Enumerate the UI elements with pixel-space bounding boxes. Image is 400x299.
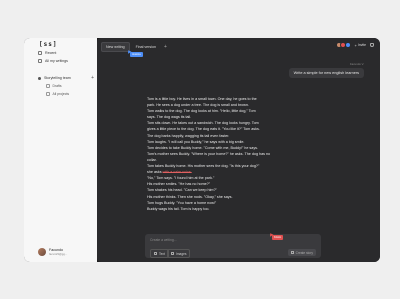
collaborator-cursor-label: Jessica — [130, 52, 143, 57]
avatar — [38, 248, 46, 256]
sidebar-item-drafts[interactable]: Drafts — [46, 84, 62, 88]
sidebar-item-label: Drafts — [52, 84, 62, 88]
workspace-icon — [38, 76, 41, 80]
composer-input[interactable]: Create a writing... — [150, 238, 177, 242]
header-actions: + Invite — [335, 42, 374, 48]
images-button-label: Images — [176, 251, 187, 256]
sidebar-item-all-my-writings[interactable]: All my writings — [38, 59, 94, 63]
grid-icon — [46, 92, 50, 96]
add-tab-button[interactable]: + — [162, 44, 169, 50]
user-email: facu123@gg... — [49, 252, 68, 256]
clock-icon — [38, 51, 42, 55]
story-line: Buddy wags his tail. Tom is happy too. — [147, 206, 210, 211]
text-icon — [154, 252, 157, 255]
add-icon[interactable]: + — [91, 75, 94, 81]
sidebar-item-label: All projects — [52, 92, 70, 96]
text-button-label: Text — [159, 251, 165, 256]
user-prompt-bubble: Write a simple for new english learners — [288, 68, 364, 78]
sparkle-icon — [290, 251, 294, 254]
main-panel: New writing Final version + Jessica + In… — [97, 38, 380, 262]
create-story-button[interactable]: Create story — [287, 249, 316, 256]
sidebar-item-recent[interactable]: Recent — [38, 51, 94, 55]
tab-final-version[interactable]: Final version — [132, 43, 160, 51]
notification-icon[interactable] — [370, 43, 374, 47]
images-button[interactable]: Images — [167, 249, 191, 258]
collaborators-avatars — [335, 42, 351, 48]
story-text: Tom is a little boy. He lives in a small… — [147, 96, 307, 212]
invite-label: Invite — [357, 43, 366, 47]
app-logo: [ss] — [39, 41, 58, 48]
tab-bar: New writing Final version + — [101, 42, 169, 52]
message-author: Facundo V. — [349, 62, 364, 66]
sidebar-item-label: Recent — [45, 51, 57, 55]
avatar — [344, 42, 351, 48]
deleted-text: with a calm voice. — [162, 170, 192, 175]
app-window: [ss] Recent All my writings Storytelling… — [24, 38, 380, 262]
add-user-icon: + — [354, 42, 357, 48]
collaborator-cursor-label: Kristin — [272, 235, 284, 240]
workspace-storytelling-team[interactable]: Storytelling team + — [38, 75, 94, 81]
sidebar: [ss] Recent All my writings Storytelling… — [24, 38, 97, 262]
folder-icon — [46, 84, 50, 88]
sidebar-item-all-projects[interactable]: All projects — [46, 92, 69, 96]
composer: Create a writing... Text Images Create s… — [145, 234, 321, 258]
sidebar-item-label: All my writings — [45, 59, 68, 63]
document-icon — [38, 59, 42, 63]
create-story-label: Create story — [295, 250, 313, 255]
image-icon — [171, 252, 174, 255]
workspace-label: Storytelling team — [44, 76, 71, 80]
user-profile[interactable]: Facundo facu123@gg... — [38, 248, 67, 256]
story-line-text: she asks — [147, 170, 163, 175]
invite-button[interactable]: + Invite — [355, 43, 366, 48]
